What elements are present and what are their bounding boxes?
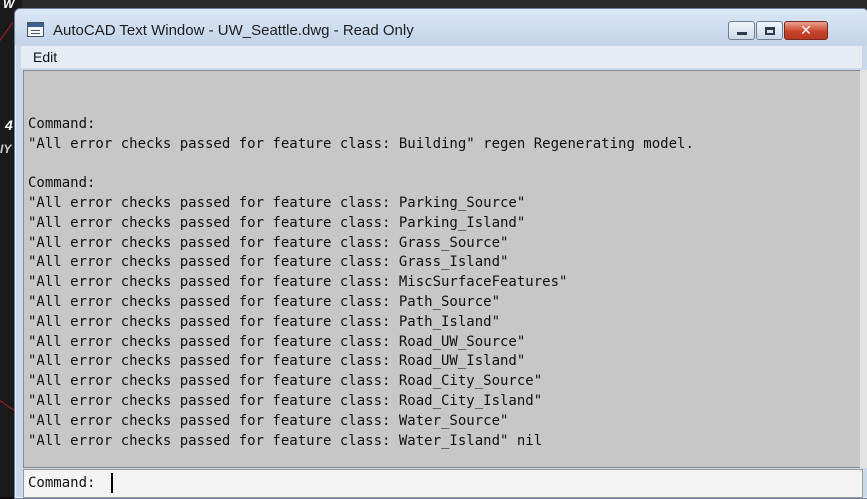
- menu-bar: Edit: [21, 46, 862, 68]
- menu-item-edit[interactable]: Edit: [33, 49, 57, 65]
- command-input[interactable]: Command:: [23, 469, 863, 498]
- window-title: AutoCAD Text Window - UW_Seattle.dwg - R…: [53, 22, 414, 39]
- log-line: "All error checks passed for feature cla…: [28, 293, 501, 310]
- autocad-window-icon[interactable]: [27, 22, 44, 37]
- viewcube-label: W: [3, 0, 15, 11]
- vertical-scrollbar[interactable]: [860, 70, 867, 468]
- log-line: "All error checks passed for feature cla…: [28, 412, 509, 429]
- log-line: "All error checks passed for feature cla…: [28, 333, 526, 350]
- log-line: "All error checks passed for feature cla…: [28, 194, 526, 211]
- log-line: "All error checks passed for feature cla…: [28, 254, 509, 271]
- close-icon: ✕: [800, 22, 812, 39]
- log-line: "All error checks passed for feature cla…: [28, 214, 526, 231]
- maximize-icon: [764, 26, 775, 35]
- text-window: AutoCAD Text Window - UW_Seattle.dwg - R…: [14, 8, 867, 499]
- log-line: "All error checks passed for feature cla…: [28, 373, 543, 390]
- log-line: Command:: [28, 115, 96, 132]
- viewport-label: 4: [5, 117, 13, 133]
- log-line: "All error checks passed for feature cla…: [28, 313, 501, 330]
- log-line: "All error checks passed for feature cla…: [28, 353, 526, 370]
- minimize-button[interactable]: [728, 21, 755, 40]
- text-caret: [111, 473, 113, 493]
- log-line: "All error checks passed for feature cla…: [28, 234, 509, 251]
- log-line: "All error checks passed for feature cla…: [28, 392, 543, 409]
- maximize-button[interactable]: [756, 21, 783, 40]
- command-history[interactable]: Command: "All error checks passed for fea…: [23, 70, 863, 468]
- minimize-icon: [736, 32, 747, 35]
- log-line: "All error checks passed for feature cla…: [28, 135, 694, 152]
- close-button[interactable]: ✕: [784, 21, 828, 40]
- command-log: Command: "All error checks passed for fea…: [28, 95, 694, 451]
- ucs-label: IY: [0, 142, 12, 156]
- log-line: "All error checks passed for feature cla…: [28, 274, 568, 291]
- log-line: "All error checks passed for feature cla…: [28, 432, 543, 449]
- title-bar[interactable]: AutoCAD Text Window - UW_Seattle.dwg - R…: [15, 9, 867, 45]
- log-line: Command:: [28, 175, 96, 192]
- command-prompt: Command:: [28, 475, 96, 491]
